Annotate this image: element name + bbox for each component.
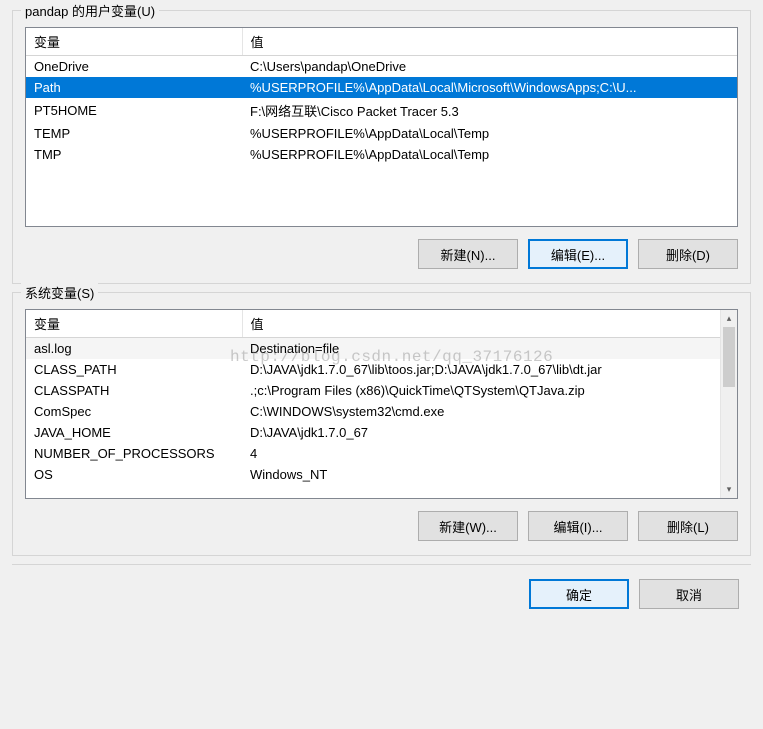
user-new-button[interactable]: 新建(N)... xyxy=(418,239,518,269)
var-value: Destination=file xyxy=(242,338,737,360)
system-variables-table-wrap: 变量 值 asl.log Destination=file CLASS_PATH… xyxy=(25,309,738,499)
var-name: CLASS_PATH xyxy=(26,359,242,380)
var-name: OneDrive xyxy=(26,56,242,78)
sys-col-variable[interactable]: 变量 xyxy=(26,310,242,338)
var-value: F:\网络互联\Cisco Packet Tracer 5.3 xyxy=(242,98,737,123)
var-value: 4 xyxy=(242,443,737,464)
system-variables-fieldset: 系统变量(S) 变量 值 asl.log Destination=file CL… xyxy=(12,292,751,556)
var-value: Windows_NT xyxy=(242,464,737,485)
user-variables-fieldset: pandap 的用户变量(U) 变量 值 OneDrive C:\Users\p… xyxy=(12,10,751,284)
table-row[interactable]: CLASS_PATH D:\JAVA\jdk1.7.0_67\lib\toos.… xyxy=(26,359,737,380)
table-row[interactable]: Path %USERPROFILE%\AppData\Local\Microso… xyxy=(26,77,737,98)
var-name: Path xyxy=(26,77,242,98)
scroll-down-icon[interactable]: ▾ xyxy=(721,481,737,498)
table-row[interactable]: ComSpec C:\WINDOWS\system32\cmd.exe xyxy=(26,401,737,422)
user-edit-button[interactable]: 编辑(E)... xyxy=(528,239,628,269)
var-value: .;c:\Program Files (x86)\QuickTime\QTSys… xyxy=(242,380,737,401)
user-col-variable[interactable]: 变量 xyxy=(26,28,242,56)
system-variables-table[interactable]: 变量 值 asl.log Destination=file CLASS_PATH… xyxy=(26,310,737,485)
table-row[interactable]: NUMBER_OF_PROCESSORS 4 xyxy=(26,443,737,464)
user-variables-table[interactable]: 变量 值 OneDrive C:\Users\pandap\OneDrive P… xyxy=(26,28,737,165)
var-value: D:\JAVA\jdk1.7.0_67\lib\toos.jar;D:\JAVA… xyxy=(242,359,737,380)
sys-edit-button[interactable]: 编辑(I)... xyxy=(528,511,628,541)
var-name: TMP xyxy=(26,144,242,165)
table-row[interactable]: OS Windows_NT xyxy=(26,464,737,485)
table-row[interactable]: asl.log Destination=file xyxy=(26,338,737,360)
user-delete-button[interactable]: 删除(D) xyxy=(638,239,738,269)
var-value: C:\Users\pandap\OneDrive xyxy=(242,56,737,78)
system-scrollbar[interactable]: ▴ ▾ xyxy=(720,310,737,498)
table-row[interactable]: CLASSPATH .;c:\Program Files (x86)\Quick… xyxy=(26,380,737,401)
cancel-button[interactable]: 取消 xyxy=(639,579,739,609)
table-row[interactable]: OneDrive C:\Users\pandap\OneDrive xyxy=(26,56,737,78)
sys-delete-button[interactable]: 删除(L) xyxy=(638,511,738,541)
scroll-up-icon[interactable]: ▴ xyxy=(721,310,737,327)
var-value: %USERPROFILE%\AppData\Local\Temp xyxy=(242,144,737,165)
table-row[interactable]: PT5HOME F:\网络互联\Cisco Packet Tracer 5.3 xyxy=(26,98,737,123)
var-value: D:\JAVA\jdk1.7.0_67 xyxy=(242,422,737,443)
var-value: %USERPROFILE%\AppData\Local\Microsoft\Wi… xyxy=(242,77,737,98)
var-value: %USERPROFILE%\AppData\Local\Temp xyxy=(242,123,737,144)
system-button-row: 新建(W)... 编辑(I)... 删除(L) xyxy=(25,511,738,541)
scroll-thumb[interactable] xyxy=(723,327,735,387)
var-name: ComSpec xyxy=(26,401,242,422)
var-name: NUMBER_OF_PROCESSORS xyxy=(26,443,242,464)
var-name: PT5HOME xyxy=(26,98,242,123)
var-name: CLASSPATH xyxy=(26,380,242,401)
user-col-value[interactable]: 值 xyxy=(242,28,737,56)
var-value: C:\WINDOWS\system32\cmd.exe xyxy=(242,401,737,422)
table-row[interactable]: JAVA_HOME D:\JAVA\jdk1.7.0_67 xyxy=(26,422,737,443)
var-name: JAVA_HOME xyxy=(26,422,242,443)
environment-variables-dialog: pandap 的用户变量(U) 变量 值 OneDrive C:\Users\p… xyxy=(0,0,763,621)
dialog-button-row: 确定 取消 xyxy=(12,564,751,609)
user-button-row: 新建(N)... 编辑(E)... 删除(D) xyxy=(25,239,738,269)
ok-button[interactable]: 确定 xyxy=(529,579,629,609)
sys-new-button[interactable]: 新建(W)... xyxy=(418,511,518,541)
var-name: TEMP xyxy=(26,123,242,144)
system-variables-label: 系统变量(S) xyxy=(21,283,98,302)
table-row[interactable]: TMP %USERPROFILE%\AppData\Local\Temp xyxy=(26,144,737,165)
table-row[interactable]: TEMP %USERPROFILE%\AppData\Local\Temp xyxy=(26,123,737,144)
var-name: asl.log xyxy=(26,338,242,360)
user-variables-label: pandap 的用户变量(U) xyxy=(21,1,159,20)
sys-col-value[interactable]: 值 xyxy=(242,310,737,338)
user-variables-table-wrap: 变量 值 OneDrive C:\Users\pandap\OneDrive P… xyxy=(25,27,738,227)
var-name: OS xyxy=(26,464,242,485)
